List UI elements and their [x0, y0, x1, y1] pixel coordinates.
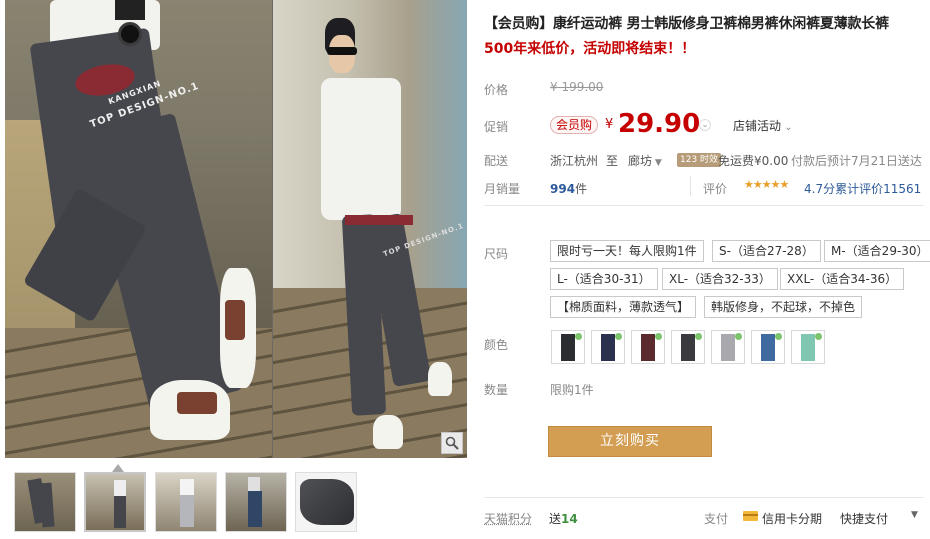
thumbnail-strip [14, 472, 474, 534]
quantity-limit: 限购1件 [550, 383, 594, 397]
review-summary-link[interactable]: 4.7分累计评价11561 [804, 180, 921, 197]
shipping-fee: 免运费¥0.00 [718, 154, 789, 168]
size-option-slim[interactable]: 韩版修身，不起球，不掉色 [704, 296, 863, 318]
swatch-tag-icon [775, 333, 782, 340]
review-label: 评价 [703, 182, 728, 196]
pants-thumbnail-icon [681, 334, 695, 361]
pants-thumbnail-icon [721, 334, 735, 361]
product-title: 【会员购】康纤运动裤 男士韩版修身卫裤棉男裤休闲裤夏薄款长裤 [484, 16, 889, 32]
chevron-down-icon: ⌄ [781, 122, 793, 133]
promo-label: 促销 [484, 120, 509, 134]
color-swatch-2[interactable] [591, 330, 625, 364]
swatch-tag-icon [655, 333, 662, 340]
color-swatch-7[interactable] [791, 330, 825, 364]
quantity-label: 数量 [484, 383, 509, 397]
thumbnail-2[interactable] [84, 472, 146, 532]
price-more-chevron-icon[interactable]: ⌄ [699, 119, 711, 131]
delivery-eta: 付款后预计7月21日送达 [791, 154, 922, 168]
sales-unit: 件 [575, 182, 588, 196]
thumbnail-1[interactable] [14, 472, 76, 532]
divider [690, 176, 691, 196]
pants-thumbnail-icon [601, 334, 615, 361]
watch [118, 22, 142, 46]
delivery-from: 浙江杭州 [550, 154, 599, 168]
pants-thumbnail-icon [761, 334, 775, 361]
sales-count: 994 [550, 182, 576, 196]
size-option-limited[interactable]: 限时亏一天！每人限购1件 [550, 240, 704, 262]
buy-now-button[interactable]: 立刻购买 [548, 426, 712, 457]
payment-label: 支付 [704, 512, 729, 526]
pants-thumbnail-icon [561, 334, 575, 361]
size-option-m[interactable]: M-（适合29-30） [824, 240, 930, 262]
monthly-sales-value: 994件 [550, 180, 587, 197]
photo-full-body: TOP DESIGN-NO.1 [273, 0, 467, 458]
product-subtitle: 500年来低价，活动即将结束！！ [484, 41, 696, 57]
section-divider [484, 497, 924, 498]
zoom-magnifier-icon[interactable] [441, 432, 463, 454]
delivery-to-word: 至 [606, 154, 619, 168]
tmall-points-link[interactable]: 天猫积分 [484, 510, 532, 527]
delivery-label: 配送 [484, 154, 509, 168]
color-swatch-1[interactable] [551, 330, 585, 364]
price-label: 价格 [484, 83, 509, 97]
pants-thumbnail-icon [801, 334, 815, 361]
thumbnail-pointer-icon [112, 464, 124, 472]
color-swatch-5[interactable] [711, 330, 745, 364]
payment-more-dropdown-icon[interactable]: ▼ [911, 510, 918, 520]
size-label: 尺码 [484, 247, 509, 261]
photo-closeup: KANGXIAN TOP DESIGN-NO.1 [5, 0, 272, 458]
member-badge: 会员购 [550, 116, 599, 134]
dropdown-triangle-icon: ▼ [652, 158, 662, 168]
points-award: 送14 [549, 512, 578, 526]
current-price: 29.90 [618, 109, 701, 139]
original-price: ¥ 199.00 [550, 80, 604, 94]
sunglasses [327, 47, 357, 55]
quick-pay[interactable]: 快捷支付 [840, 510, 888, 527]
size-option-s[interactable]: S-（适合27-28） [712, 240, 821, 262]
monthly-sales-label: 月销量 [484, 182, 521, 196]
pants-thumbnail-icon [641, 334, 655, 361]
size-option-xl[interactable]: XL-（适合32-33） [662, 268, 778, 290]
delivery-time-badge: 123 时效 [677, 153, 722, 167]
main-product-image[interactable]: KANGXIAN TOP DESIGN-NO.1 TOP DESIGN-NO.1 [5, 0, 467, 458]
size-option-l[interactable]: L-（适合30-31） [550, 268, 658, 290]
swatch-tag-icon [615, 333, 622, 340]
swatch-tag-icon [695, 333, 702, 340]
thumbnail-5[interactable] [295, 472, 357, 532]
store-promo-link[interactable]: 店铺活动 ⌄ [733, 117, 793, 134]
size-option-fabric[interactable]: 【棉质面料，薄款透气】 [550, 296, 697, 318]
swatch-tag-icon [815, 333, 822, 340]
color-swatch-3[interactable] [631, 330, 665, 364]
size-option-xxl[interactable]: XXL-（适合34-36） [780, 268, 905, 290]
rating-stars-icon: ★★★★★ [744, 178, 789, 191]
section-divider [484, 205, 924, 206]
color-swatch-6[interactable] [751, 330, 785, 364]
credit-card-icon [743, 511, 758, 521]
swatch-tag-icon [735, 333, 742, 340]
thumbnail-3[interactable] [155, 472, 217, 532]
credit-card-installment[interactable]: 信用卡分期 [762, 510, 822, 527]
delivery-destination-select[interactable]: 廊坊 ▼ [628, 152, 662, 169]
swatch-tag-icon [575, 333, 582, 340]
thumbnail-4[interactable] [225, 472, 287, 532]
color-swatch-4[interactable] [671, 330, 705, 364]
color-label: 颜色 [484, 338, 509, 352]
currency-symbol: ¥ [605, 117, 614, 132]
